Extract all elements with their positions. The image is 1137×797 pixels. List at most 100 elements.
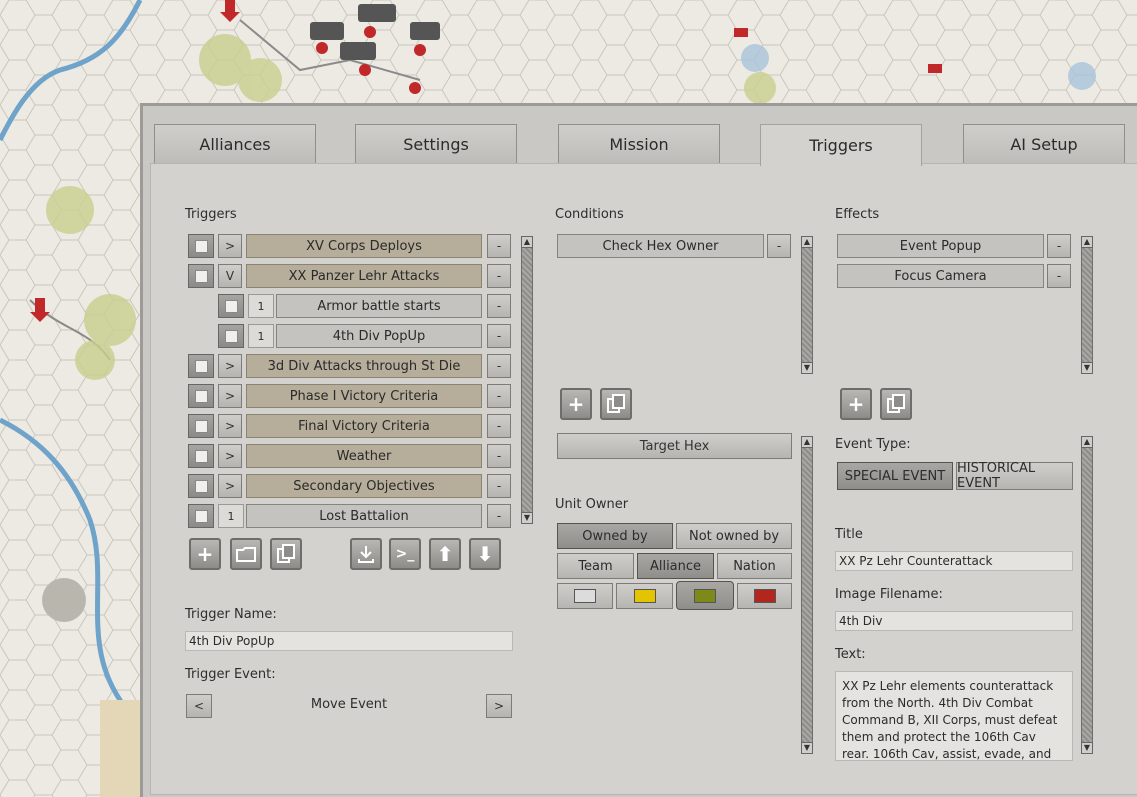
trigger-enable-checkbox[interactable]	[188, 504, 214, 528]
tab-mission[interactable]: Mission	[558, 124, 720, 164]
color-option-olive[interactable]	[676, 581, 734, 610]
import-icon	[358, 546, 374, 563]
trigger-order-number: 1	[218, 504, 244, 528]
conditions-scrollbar[interactable]: ▲ ▼	[801, 236, 813, 374]
plus-icon: +	[567, 392, 585, 416]
effect-text-area[interactable]: XX Pz Lehr elements counterattack from t…	[835, 671, 1073, 761]
tab-triggers[interactable]: Triggers	[760, 124, 922, 166]
remove-trigger-button[interactable]: -	[487, 384, 511, 408]
copy-trigger-button[interactable]	[270, 538, 302, 570]
trigger-item[interactable]: XX Panzer Lehr Attacks	[246, 264, 482, 288]
tab-ai-setup[interactable]: AI Setup	[963, 124, 1125, 164]
nation-option[interactable]: Nation	[717, 553, 792, 579]
not-owned-by-option[interactable]: Not owned by	[676, 523, 792, 549]
color-option-red[interactable]	[737, 583, 792, 609]
scroll-up-icon[interactable]: ▲	[1081, 436, 1093, 448]
add-trigger-button[interactable]: +	[189, 538, 221, 570]
trigger-item[interactable]: Final Victory Criteria	[246, 414, 482, 438]
remove-trigger-button[interactable]: -	[487, 324, 511, 348]
scroll-down-icon[interactable]: ▼	[801, 742, 813, 754]
remove-trigger-button[interactable]: -	[487, 504, 511, 528]
copy-effect-button[interactable]	[880, 388, 912, 420]
scroll-up-icon[interactable]: ▲	[1081, 236, 1093, 248]
owned-by-option[interactable]: Owned by	[557, 523, 673, 549]
trigger-expand-toggle[interactable]: >	[218, 474, 242, 498]
copy-condition-button[interactable]	[600, 388, 632, 420]
move-down-button[interactable]: ⬇	[469, 538, 501, 570]
team-option[interactable]: Team	[557, 553, 634, 579]
trigger-enable-checkbox[interactable]	[188, 414, 214, 438]
console-button[interactable]: >_	[389, 538, 421, 570]
title-input[interactable]: XX Pz Lehr Counterattack	[835, 551, 1073, 571]
remove-trigger-button[interactable]: -	[487, 474, 511, 498]
trigger-enable-checkbox[interactable]	[188, 234, 214, 258]
scroll-down-icon[interactable]: ▼	[1081, 362, 1093, 374]
trigger-enable-checkbox[interactable]	[188, 474, 214, 498]
trigger-expand-toggle[interactable]: >	[218, 444, 242, 468]
trigger-list-scrollbar[interactable]: ▲ ▼	[521, 236, 533, 524]
tab-settings[interactable]: Settings	[355, 124, 517, 164]
add-folder-button[interactable]	[230, 538, 262, 570]
color-option-white[interactable]	[557, 583, 613, 609]
trigger-expand-toggle[interactable]: >	[218, 354, 242, 378]
trigger-name-label: Trigger Name:	[185, 607, 277, 622]
image-filename-input[interactable]: 4th Div	[835, 611, 1073, 631]
remove-trigger-button[interactable]: -	[487, 444, 511, 468]
effect-item-focus-camera[interactable]: Focus Camera	[837, 264, 1044, 288]
trigger-item[interactable]: XV Corps Deploys	[246, 234, 482, 258]
remove-trigger-button[interactable]: -	[487, 294, 511, 318]
remove-trigger-button[interactable]: -	[487, 264, 511, 288]
trigger-expand-toggle[interactable]: >	[218, 234, 242, 258]
historical-event-option[interactable]: HISTORICAL EVENT	[956, 461, 1073, 491]
scroll-down-icon[interactable]: ▼	[801, 362, 813, 374]
remove-trigger-button[interactable]: -	[487, 354, 511, 378]
trigger-expand-toggle[interactable]: V	[218, 264, 242, 288]
scroll-up-icon[interactable]: ▲	[801, 436, 813, 448]
move-up-button[interactable]: ⬆	[429, 538, 461, 570]
trigger-expand-toggle[interactable]: >	[218, 384, 242, 408]
remove-effect-button[interactable]: -	[1047, 234, 1071, 258]
plus-icon: +	[196, 542, 214, 566]
trigger-enable-checkbox[interactable]	[218, 324, 244, 348]
trigger-item[interactable]: Lost Battalion	[246, 504, 482, 528]
remove-condition-button[interactable]: -	[767, 234, 791, 258]
remove-effect-button[interactable]: -	[1047, 264, 1071, 288]
trigger-enable-checkbox[interactable]	[188, 384, 214, 408]
triggers-heading: Triggers	[185, 207, 237, 222]
import-button[interactable]	[350, 538, 382, 570]
special-event-option[interactable]: SPECIAL EVENT	[837, 462, 953, 490]
effect-item-event-popup[interactable]: Event Popup	[837, 234, 1044, 258]
trigger-item[interactable]: Phase I Victory Criteria	[246, 384, 482, 408]
tab-alliances[interactable]: Alliances	[154, 124, 316, 164]
trigger-event-next-button[interactable]: >	[486, 694, 512, 718]
trigger-enable-checkbox[interactable]	[218, 294, 244, 318]
color-swatch	[574, 589, 596, 603]
trigger-item[interactable]: 3d Div Attacks through St Die	[246, 354, 482, 378]
trigger-item[interactable]: Secondary Objectives	[246, 474, 482, 498]
condition-item-check-hex-owner[interactable]: Check Hex Owner	[557, 234, 764, 258]
copy-icon	[277, 544, 295, 563]
trigger-enable-checkbox[interactable]	[188, 444, 214, 468]
trigger-item[interactable]: Weather	[246, 444, 482, 468]
trigger-item[interactable]: 4th Div PopUp	[276, 324, 482, 348]
trigger-event-prev-button[interactable]: <	[186, 694, 212, 718]
remove-trigger-button[interactable]: -	[487, 234, 511, 258]
add-effect-button[interactable]: +	[840, 388, 872, 420]
add-condition-button[interactable]: +	[560, 388, 592, 420]
remove-trigger-button[interactable]: -	[487, 414, 511, 438]
condition-params-scrollbar[interactable]: ▲ ▼	[801, 436, 813, 754]
trigger-enable-checkbox[interactable]	[188, 354, 214, 378]
trigger-name-input[interactable]: 4th Div PopUp	[185, 631, 513, 651]
scroll-up-icon[interactable]: ▲	[521, 236, 533, 248]
trigger-enable-checkbox[interactable]	[188, 264, 214, 288]
color-option-yellow[interactable]	[616, 583, 673, 609]
effects-scrollbar[interactable]: ▲ ▼	[1081, 236, 1093, 374]
alliance-option[interactable]: Alliance	[637, 553, 714, 579]
effect-params-scrollbar[interactable]: ▲ ▼	[1081, 436, 1093, 754]
trigger-expand-toggle[interactable]: >	[218, 414, 242, 438]
trigger-item[interactable]: Armor battle starts	[276, 294, 482, 318]
target-hex-button[interactable]: Target Hex	[557, 433, 792, 459]
scroll-up-icon[interactable]: ▲	[801, 236, 813, 248]
scroll-down-icon[interactable]: ▼	[521, 512, 533, 524]
scroll-down-icon[interactable]: ▼	[1081, 742, 1093, 754]
